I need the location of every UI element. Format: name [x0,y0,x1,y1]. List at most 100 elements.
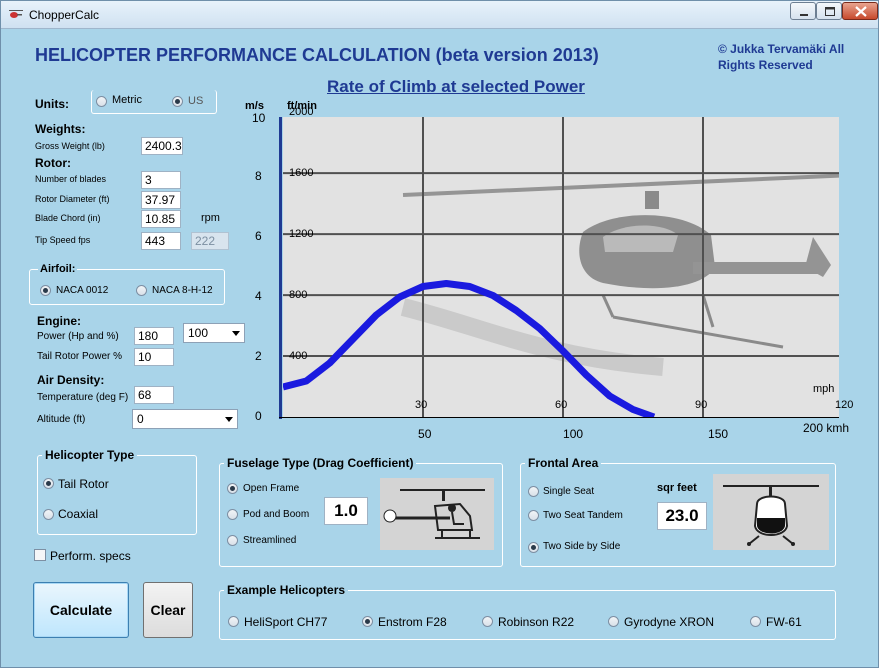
power-percent-select[interactable]: 100 [183,323,245,343]
open-frame-radio[interactable] [227,483,238,494]
right-tick-label: 1200 [289,228,314,241]
window-title: ChopperCalc [29,8,100,22]
streamlined-label: Streamlined [243,535,297,546]
tail-rotor-power-field[interactable]: 10 [134,348,174,366]
perform-specs-label: Perform. specs [50,549,131,563]
frontal-area-value: 23.0 [657,502,707,530]
example-gyrodyne-label: Gyrodyne XRON [624,615,715,629]
kmh-tick-label: 150 [708,427,729,441]
chart-area [283,117,839,417]
frontal-area-label: Frontal Area [525,456,602,470]
blade-chord-field[interactable]: 10.85 [141,210,181,228]
example-enstrom-radio[interactable] [362,616,373,627]
app-window: ChopperCalc HELICOPTER PERFORMANCE CALCU… [0,0,879,668]
helicopter-type-label: Helicopter Type [42,448,138,462]
units-label: Units: [35,97,69,111]
left-tick-label: 10 [252,111,266,125]
airfoil-naca0012-radio[interactable] [40,285,51,296]
blade-chord-label: Blade Chord (in) [35,213,101,223]
left-axis-line [279,117,282,419]
units-us-label: US [188,95,204,107]
example-helisport-label: HeliSport CH77 [244,615,328,629]
right-tick-label: 2000 [289,106,314,119]
frontal-image [713,474,829,550]
single-seat-label: Single Seat [543,486,595,497]
close-button[interactable] [842,2,878,20]
fuselage-type-group: Fuselage Type (Drag Coefficient) Open Fr… [219,456,503,567]
airfoil-label: Airfoil: [38,263,78,275]
altitude-select[interactable]: 0 [132,409,238,429]
chevron-down-icon [225,417,233,422]
power-label: Power (Hp and %) [37,331,119,342]
blades-label: Number of blades [35,174,107,184]
mph-unit-label: mph [813,383,835,395]
tip-speed-label: Tip Speed fps [35,235,91,245]
power-field[interactable]: 180 [134,327,174,345]
two-side-by-side-label: Two Side by Side [543,541,621,552]
tip-speed-field[interactable]: 443 [141,232,181,250]
two-seat-tandem-radio[interactable] [528,510,539,521]
helicopter-type-group: Helicopter Type Tail Rotor Coaxial [37,448,197,535]
example-robinson-radio[interactable] [482,616,493,627]
drag-coefficient-value: 1.0 [324,497,368,525]
maximize-button[interactable] [816,2,842,20]
rotor-diameter-field[interactable]: 37.97 [141,191,181,209]
left-tick-label: 2 [255,349,262,363]
perform-specs-checkbox[interactable] [34,549,46,561]
airfoil-naca8h12-radio[interactable] [136,285,147,296]
left-tick-label: 6 [255,229,262,243]
rate-of-climb-line [283,280,656,417]
left-tick-label: 4 [255,289,262,303]
pod-and-boom-label: Pod and Boom [243,509,310,520]
left-tick-label: 8 [255,169,262,183]
temperature-field[interactable]: 68 [134,386,174,404]
fuselage-type-label: Fuselage Type (Drag Coefficient) [224,456,417,470]
mph-tick-label: 60 [555,399,568,411]
mph-tick-label: 90 [695,399,708,411]
coaxial-label: Coaxial [58,507,99,521]
units-metric-radio[interactable] [96,96,107,107]
blades-field[interactable]: 3 [141,171,181,189]
mph-tick-label: 30 [415,399,428,411]
maximize-icon [825,7,835,16]
coaxial-radio[interactable] [43,509,54,520]
helicopter-app-icon [9,10,23,18]
two-side-by-side-radio[interactable] [528,542,539,553]
minimize-button[interactable] [790,2,816,20]
example-helicopters-group: Example Helicopters HeliSport CH77 Enstr… [219,583,836,640]
temperature-label: Temperature (deg F) [37,392,129,403]
example-gyrodyne-radio[interactable] [608,616,619,627]
chart-plot [283,117,839,417]
copyright-notice: © Jukka Tervamäki All Rights Reserved [718,42,845,72]
frontal-area-group: Frontal Area Single Seat Two Seat Tandem… [520,456,836,567]
streamlined-radio[interactable] [227,535,238,546]
example-fw61-radio[interactable] [750,616,761,627]
chart-title: Rate of Climb at selected Power [327,77,585,96]
airfoil-naca0012-label: NACA 0012 [56,285,109,296]
rotor-diameter-label: Rotor Diameter (ft) [35,194,110,204]
rotor-label: Rotor: [35,156,71,170]
units-group: Metric US [91,90,217,114]
bottom-axis-line [279,417,839,418]
right-tick-label: 800 [289,289,308,302]
pod-and-boom-radio[interactable] [227,509,238,520]
example-helisport-radio[interactable] [228,616,239,627]
example-helicopters-label: Example Helicopters [224,583,349,597]
example-enstrom-label: Enstrom F28 [378,615,447,629]
weights-label: Weights: [35,122,86,136]
rpm-field: 222 [191,232,229,250]
rpm-label: rpm [201,212,220,224]
mph-tick-label: 120 [835,399,854,411]
units-us-radio[interactable] [172,96,183,107]
gross-weight-field[interactable]: 2400.3 [141,137,183,155]
tail-rotor-radio[interactable] [43,478,54,489]
single-seat-radio[interactable] [528,486,539,497]
calculate-button[interactable]: Calculate [33,582,129,638]
open-frame-label: Open Frame [243,483,300,494]
kmh-tick-label: 100 [563,427,584,441]
clear-button[interactable]: Clear [143,582,193,638]
right-tick-label: 400 [289,350,308,363]
example-robinson-label: Robinson R22 [498,615,575,629]
engine-label: Engine: [37,314,81,328]
gross-weight-label: Gross Weight (lb) [35,141,105,151]
